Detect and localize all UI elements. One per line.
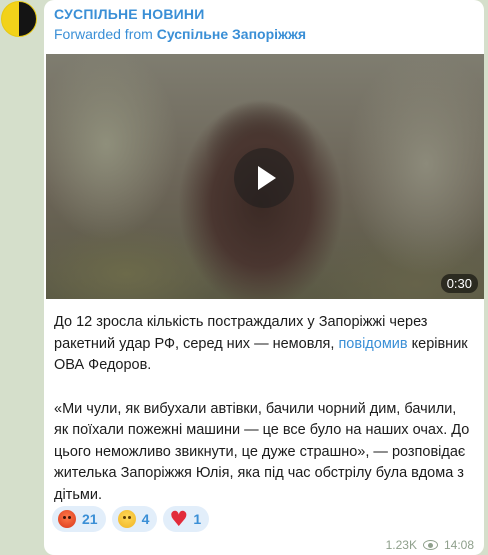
message-meta: 1.23K 14:08 — [386, 538, 474, 552]
play-icon — [258, 166, 276, 190]
channel-avatar[interactable] — [1, 1, 37, 37]
eye-icon — [422, 540, 438, 550]
reactions-bar: 21 4 1 — [52, 506, 210, 532]
reaction-crying[interactable]: 4 — [111, 506, 158, 532]
forwarded-prefix: Forwarded from — [54, 26, 153, 42]
reaction-count: 4 — [141, 511, 150, 527]
message-paragraph-1: До 12 зросла кількість постраждалих у За… — [54, 312, 474, 377]
message-bubble: СУСПІЛЬНЕ НОВИНИ Forwarded from Суспільн… — [44, 0, 484, 555]
reaction-count: 21 — [82, 511, 98, 527]
message-text: До 12 зросла кількість постраждалих у За… — [54, 312, 474, 528]
play-button[interactable] — [234, 148, 294, 208]
message-link[interactable]: повідомив — [338, 336, 407, 352]
forwarded-source[interactable]: Суспільне Запоріжжя — [157, 26, 306, 42]
reaction-heart[interactable]: 1 — [163, 506, 210, 532]
forwarded-from[interactable]: Forwarded from Суспільне Запоріжжя — [54, 26, 306, 42]
video-player[interactable]: 0:30 — [46, 54, 484, 299]
reaction-count: 1 — [193, 511, 202, 527]
angry-face-icon — [58, 510, 76, 528]
red-heart-icon — [169, 507, 188, 531]
crying-face-icon — [117, 510, 136, 528]
message-time: 14:08 — [443, 538, 474, 552]
message-paragraph-2: «Ми чули, як вибухали автівки, бачили чо… — [54, 400, 470, 503]
reaction-angry[interactable]: 21 — [52, 506, 106, 532]
video-duration: 0:30 — [440, 274, 478, 293]
channel-name[interactable]: СУСПІЛЬНЕ НОВИНИ — [54, 6, 204, 22]
view-count: 1.23K — [385, 538, 417, 552]
